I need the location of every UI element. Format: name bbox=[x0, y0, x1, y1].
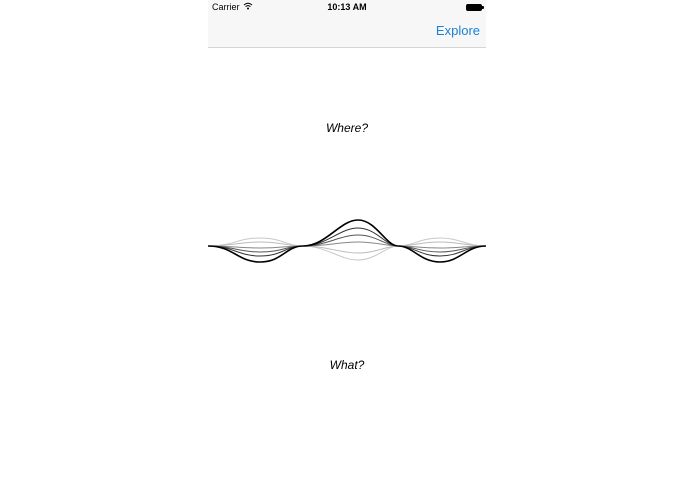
wave-line bbox=[208, 241, 486, 249]
status-bar: Carrier 10:13 AM bbox=[208, 0, 486, 16]
battery-icon bbox=[466, 4, 484, 11]
where-prompt[interactable]: Where? bbox=[208, 121, 486, 135]
waveform-graphic bbox=[208, 219, 486, 263]
wave-line bbox=[208, 237, 486, 261]
navigation-bar: Explore bbox=[208, 16, 486, 48]
wave-line bbox=[208, 234, 486, 253]
explore-button[interactable]: Explore bbox=[436, 23, 480, 38]
what-prompt[interactable]: What? bbox=[208, 358, 486, 372]
status-time: 10:13 AM bbox=[327, 2, 367, 12]
app-screen: Carrier 10:13 AM Explore Where? What? bbox=[208, 0, 486, 494]
